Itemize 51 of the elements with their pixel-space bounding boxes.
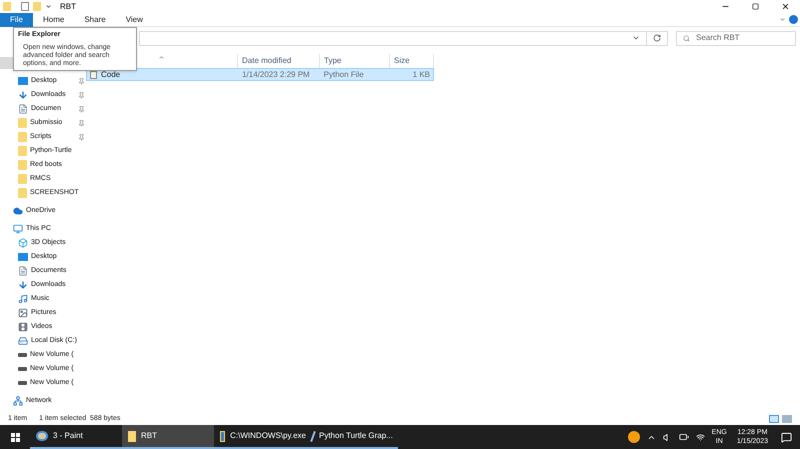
drive-icon <box>18 367 27 371</box>
drive-icon <box>18 353 27 357</box>
document-icon <box>18 104 28 114</box>
file-row[interactable]: Code 1/14/2023 2:29 PM Python File 1 KB <box>86 68 434 81</box>
taskbar-app[interactable]: Python Turtle Grap... <box>306 425 398 449</box>
size-cell-text: 1 KB <box>412 68 431 80</box>
pin-icon <box>78 120 85 126</box>
pin-icon <box>78 92 85 98</box>
desktop-icon <box>18 253 28 261</box>
network-icon <box>13 396 23 406</box>
sort-icon[interactable] <box>158 54 165 61</box>
file-name: Code <box>101 68 120 80</box>
ribbon-tab[interactable]: View <box>116 12 153 26</box>
ribbon-tab[interactable]: Share <box>74 12 116 26</box>
computer-icon <box>13 224 23 234</box>
refresh-icon[interactable] <box>653 34 661 42</box>
music-note-icon <box>18 294 28 304</box>
restore-icon <box>752 3 758 10</box>
date-cell-text: 1/14/2023 2:29 PM <box>241 68 311 80</box>
pictures-icon <box>18 308 28 318</box>
ribbon-tab[interactable]: Home <box>33 12 74 26</box>
type-cell-text: Python File <box>322 68 365 80</box>
history-dropdown-icon[interactable] <box>632 34 640 42</box>
notification-icon[interactable] <box>781 432 792 442</box>
pin-icon <box>78 106 85 112</box>
folder-icon <box>3 2 11 11</box>
pin-icon <box>78 78 85 84</box>
drive-icon <box>18 381 27 385</box>
folder-icon <box>128 430 136 442</box>
close-icon <box>780 2 790 11</box>
search-icon <box>683 34 690 42</box>
ribbon-tab[interactable]: File <box>0 12 33 26</box>
address-field[interactable] <box>139 30 668 46</box>
wifi-icon[interactable] <box>696 432 705 442</box>
document-icon <box>18 266 28 276</box>
cloud-icon <box>13 206 23 216</box>
window-title: RBT <box>60 0 76 12</box>
properties-icon[interactable] <box>21 2 29 11</box>
download-icon <box>18 90 28 100</box>
details-view-icon[interactable] <box>769 415 779 423</box>
taskbar-app[interactable]: RBT <box>122 425 214 449</box>
desktop-icon <box>18 77 28 85</box>
film-icon <box>18 322 28 332</box>
dropdown-icon[interactable] <box>45 3 52 10</box>
expand-ribbon-icon[interactable] <box>779 16 786 23</box>
download-icon <box>18 280 28 290</box>
search-field[interactable]: Search RBT <box>676 30 796 46</box>
taskbar-app[interactable]: C:\WINDOWS\py.exe <box>214 425 306 449</box>
pin-icon <box>78 134 85 140</box>
cube-icon <box>18 238 28 248</box>
battery-icon[interactable] <box>678 432 689 442</box>
